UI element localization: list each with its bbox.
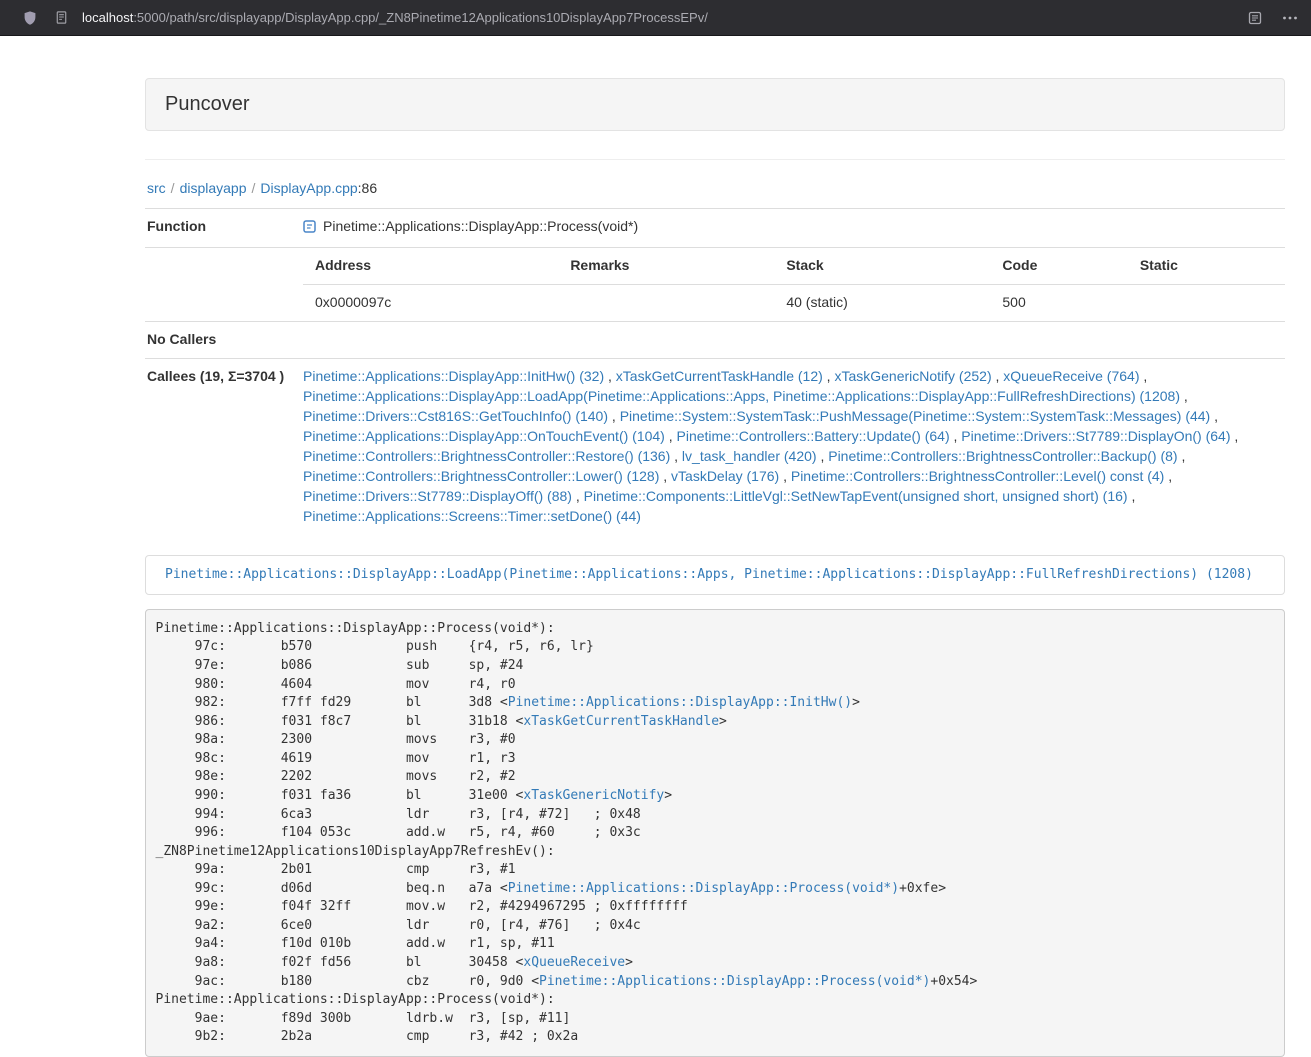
breadcrumb-line-number: :86 [358,180,377,196]
asm-line: 98c: 4619 mov r1, r3 [156,750,1275,769]
function-details-row: Address Remarks Stack Code Static 0x0000… [145,247,1285,321]
asm-line: 990: f031 fa36 bl 31e00 <xTaskGenericNot… [156,787,1275,806]
function-detail-table: Address Remarks Stack Code Static 0x0000… [303,248,1285,321]
function-label: Function [145,209,295,248]
callee-link[interactable]: Pinetime::Controllers::BrightnessControl… [828,448,1177,464]
url-bar[interactable]: localhost:5000/path/src/displayapp/Displ… [82,10,708,25]
divider [145,159,1285,160]
asm-line: 9a8: f02f fd56 bl 30458 <xQueueReceive> [156,954,1275,973]
function-row: Function Pinetime::Applications::Display… [145,209,1285,248]
asm-line: 986: f031 f8c7 bl 31b18 <xTaskGetCurrent… [156,713,1275,732]
asm-symbol-link[interactable]: xQueueReceive [523,955,625,970]
address-value: 0x0000097c [303,284,558,320]
function-type-icon [303,219,316,239]
callees-list: Pinetime::Applications::DisplayApp::Init… [295,358,1285,534]
selected-symbol-box: Pinetime::Applications::DisplayApp::Load… [145,555,1285,596]
stack-value: 40 (static) [774,284,990,320]
shield-icon[interactable] [22,10,38,26]
callee-link[interactable]: Pinetime::Applications::DisplayApp::OnTo… [303,428,665,444]
callee-link[interactable]: Pinetime::Drivers::St7789::DisplayOff() … [303,488,572,504]
asm-line: 994: 6ca3 ldr r3, [r4, #72] ; 0x48 [156,806,1275,825]
asm-symbol-link[interactable]: Pinetime::Applications::DisplayApp::Proc… [508,881,899,896]
app-title-panel: Puncover [145,78,1285,131]
asm-symbol-link[interactable]: xTaskGenericNotify [523,788,664,803]
col-header-static: Static [1128,248,1285,284]
breadcrumb-separator: / [252,180,256,196]
browser-bar: localhost:5000/path/src/displayapp/Displ… [0,0,1311,36]
breadcrumb-item-displayapp[interactable]: displayapp [180,180,247,196]
callee-link[interactable]: Pinetime::Controllers::BrightnessControl… [791,468,1164,484]
asm-line: 996: f104 053c add.w r5, r4, #60 ; 0x3c [156,824,1275,843]
asm-line: 9a2: 6ce0 ldr r0, [r4, #76] ; 0x4c [156,917,1275,936]
callee-link[interactable]: Pinetime::Controllers::BrightnessControl… [303,448,670,464]
asm-line: 9b2: 2b2a cmp r3, #42 ; 0x2a [156,1028,1275,1047]
callers-label: No Callers [145,321,295,358]
callee-link[interactable]: Pinetime::System::SystemTask::PushMessag… [620,408,1211,424]
remarks-value [558,284,774,320]
breadcrumb-item-src[interactable]: src [147,180,166,196]
callee-link[interactable]: Pinetime::Applications::DisplayApp::Init… [303,368,604,384]
col-header-code: Code [990,248,1127,284]
callee-link[interactable]: xTaskGenericNotify (252) [834,368,991,384]
callers-row: No Callers [145,321,1285,358]
asm-line: 99e: f04f 32ff mov.w r2, #4294967295 ; 0… [156,898,1275,917]
asm-line: Pinetime::Applications::DisplayApp::Proc… [156,991,1275,1010]
col-header-remarks: Remarks [558,248,774,284]
callee-link[interactable]: lv_task_handler (420) [682,448,817,464]
callee-link[interactable]: Pinetime::Controllers::Battery::Update()… [677,428,950,444]
asm-line: 980: 4604 mov r4, r0 [156,676,1275,695]
asm-line: 9a4: f10d 010b add.w r1, sp, #11 [156,935,1275,954]
asm-line: 97e: b086 sub sp, #24 [156,657,1275,676]
breadcrumb-item-file[interactable]: DisplayApp.cpp [260,180,357,196]
callee-link[interactable]: Pinetime::Controllers::BrightnessControl… [303,468,659,484]
table-row: 0x0000097c 40 (static) 500 [303,284,1285,320]
asm-line: 982: f7ff fd29 bl 3d8 <Pinetime::Applica… [156,694,1275,713]
callee-link[interactable]: Pinetime::Drivers::St7789::DisplayOn() (… [961,428,1230,444]
url-path: :5000/path/src/displayapp/DisplayApp.cpp… [133,10,708,25]
asm-symbol-link[interactable]: Pinetime::Applications::DisplayApp::Proc… [539,974,930,989]
asm-line: 9ae: f89d 300b ldrb.w r3, [sp, #11] [156,1010,1275,1029]
symbol-table: Function Pinetime::Applications::Display… [145,208,1285,535]
breadcrumb: src/displayapp/DisplayApp.cpp:86 [147,180,1285,196]
callee-link[interactable]: xTaskGetCurrentTaskHandle (12) [616,368,823,384]
page-info-icon[interactable] [54,10,69,25]
breadcrumb-separator: / [171,180,175,196]
asm-symbol-link[interactable]: Pinetime::Applications::DisplayApp::Init… [508,695,852,710]
static-value [1128,284,1285,320]
disassembly-block: Pinetime::Applications::DisplayApp::Proc… [145,609,1285,1057]
asm-symbol-link[interactable]: xTaskGetCurrentTaskHandle [523,714,719,729]
callee-link[interactable]: Pinetime::Applications::Screens::Timer::… [303,508,641,524]
main-content: Puncover src/displayapp/DisplayApp.cpp:8… [145,78,1285,1057]
asm-line: _ZN8Pinetime12Applications10DisplayApp7R… [156,843,1275,862]
asm-line: 9ac: b180 cbz r0, 9d0 <Pinetime::Applica… [156,973,1275,992]
asm-line: 97c: b570 push {r4, r5, r6, lr} [156,638,1275,657]
asm-line: Pinetime::Applications::DisplayApp::Proc… [156,620,1275,639]
callee-link[interactable]: Pinetime::Components::LittleVgl::SetNewT… [584,488,1128,504]
code-value: 500 [990,284,1127,320]
asm-line: 98e: 2202 movs r2, #2 [156,768,1275,787]
reader-mode-icon[interactable] [1247,10,1263,26]
url-host: localhost [82,10,133,25]
callee-link[interactable]: vTaskDelay (176) [671,468,779,484]
asm-line: 99c: d06d beq.n a7a <Pinetime::Applicati… [156,880,1275,899]
function-symbol-name: Pinetime::Applications::DisplayApp::Proc… [323,218,638,234]
callee-link[interactable]: Pinetime::Drivers::Cst816S::GetTouchInfo… [303,408,608,424]
callee-link[interactable]: xQueueReceive (764) [1003,368,1139,384]
callees-label: Callees (19, Σ=3704 ) [145,358,295,534]
asm-line: 99a: 2b01 cmp r3, #1 [156,861,1275,880]
selected-symbol-link[interactable]: Pinetime::Applications::DisplayApp::Load… [165,567,1253,582]
col-header-address: Address [303,248,558,284]
asm-line: 98a: 2300 movs r3, #0 [156,731,1275,750]
callees-row: Callees (19, Σ=3704 ) Pinetime::Applicat… [145,358,1285,534]
callee-link[interactable]: Pinetime::Applications::DisplayApp::Load… [303,388,1180,404]
more-menu-icon[interactable] [1281,10,1299,26]
col-header-stack: Stack [774,248,990,284]
app-title-link[interactable]: Puncover [165,93,250,115]
